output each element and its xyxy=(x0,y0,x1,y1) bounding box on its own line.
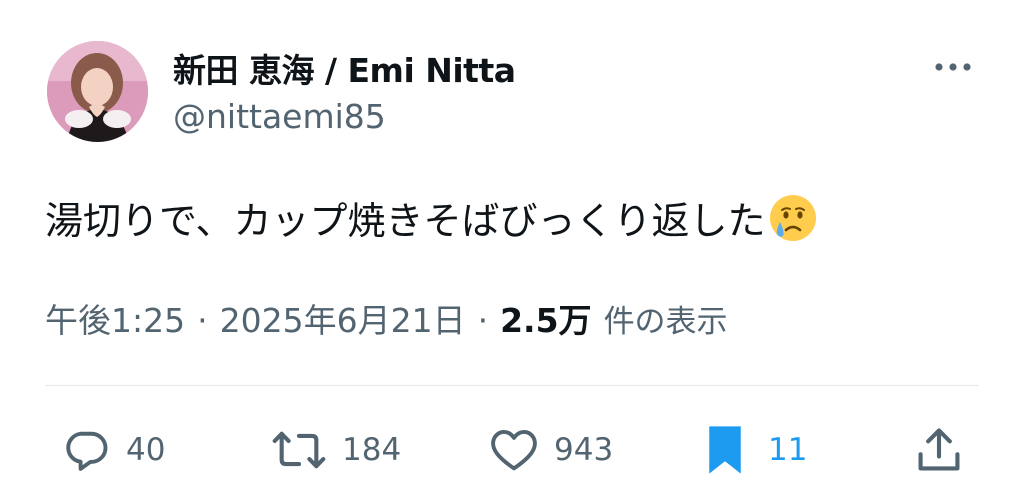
tweet-text: 湯切りで、カップ焼きそばびっくり返した xyxy=(45,199,766,243)
tweet-body: 湯切りで、カップ焼きそばびっくり返した xyxy=(45,190,819,245)
like-icon xyxy=(491,430,537,471)
user-handle[interactable]: @nittaemi85 xyxy=(173,97,386,136)
more-options-button[interactable] xyxy=(928,52,978,82)
retweet-button[interactable]: 184 xyxy=(270,420,401,480)
bookmark-count: 11 xyxy=(768,432,808,468)
avatar[interactable] xyxy=(47,41,148,142)
share-button[interactable] xyxy=(913,420,965,480)
meta-separator: · xyxy=(197,301,208,340)
display-name[interactable]: 新田 恵海 / Emi Nitta xyxy=(173,44,516,92)
like-count: 943 xyxy=(554,432,614,468)
share-icon xyxy=(918,428,960,471)
crying-face-icon xyxy=(770,194,817,241)
tweet-time[interactable]: 午後1:25 xyxy=(45,294,185,342)
tweet-date[interactable]: 2025年6月21日 xyxy=(220,294,466,342)
bookmark-button[interactable]: 11 xyxy=(700,420,807,480)
like-button[interactable]: 943 xyxy=(488,420,613,480)
retweet-count: 184 xyxy=(342,432,402,468)
action-bar: 40 184 943 11 xyxy=(0,420,1024,480)
views-label: 件の表示 xyxy=(603,304,728,340)
bookmark-icon xyxy=(709,426,741,474)
reply-button[interactable]: 40 xyxy=(60,420,165,480)
retweet-icon xyxy=(272,431,326,469)
reply-icon xyxy=(66,431,108,471)
reply-count: 40 xyxy=(126,432,166,468)
avatar-image xyxy=(47,41,148,142)
tweet-meta: 午後1:25 · 2025年6月21日 · 2.5万 件の表示 xyxy=(45,294,728,342)
views-count: 2.5万 xyxy=(500,301,592,340)
divider xyxy=(45,385,979,386)
more-icon xyxy=(935,63,971,71)
meta-separator: · xyxy=(477,301,489,340)
